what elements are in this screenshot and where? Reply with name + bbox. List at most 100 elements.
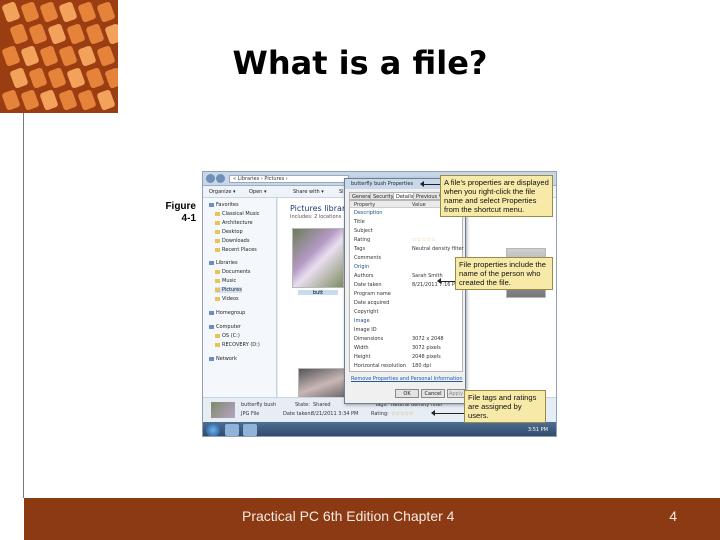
- folder-icon: [215, 287, 220, 292]
- library-title: Pictures librar: [290, 204, 346, 213]
- ok-button[interactable]: OK: [395, 389, 419, 398]
- back-icon[interactable]: [206, 174, 215, 183]
- pattern-dot: [39, 1, 59, 23]
- taskbar: 3:51 PM: [203, 422, 556, 436]
- nav-item[interactable]: Libraries: [209, 260, 238, 266]
- nav-item[interactable]: Desktop: [215, 229, 243, 235]
- tags-callout: File tags and ratings are assigned by us…: [464, 390, 546, 423]
- details-rating-stars[interactable]: ☆☆☆☆☆: [391, 411, 413, 417]
- property-name: Rating: [354, 237, 371, 243]
- property-value[interactable]: 8/21/2011 7:16 PM: [412, 282, 459, 288]
- folder-icon: [215, 229, 220, 234]
- nav-item[interactable]: Architecture: [215, 220, 253, 226]
- nav-item-label: Classical Music: [222, 211, 260, 217]
- pattern-dot: [1, 1, 21, 23]
- nav-item[interactable]: RECOVERY (D:): [215, 342, 260, 348]
- pattern-dot: [39, 89, 59, 111]
- property-value[interactable]: 3072 x 2048: [412, 336, 444, 342]
- folder-icon: [215, 238, 220, 243]
- value-column-header[interactable]: Value: [412, 202, 426, 208]
- pattern-dot: [58, 89, 78, 111]
- folder-icon: [215, 296, 220, 301]
- folder-icon: [215, 220, 220, 225]
- property-name: Program name: [354, 291, 391, 297]
- nav-item-label: Downloads: [222, 238, 250, 244]
- nav-group-icon: [209, 202, 214, 207]
- folder-icon: [215, 247, 220, 252]
- nav-item-label: Architecture: [222, 220, 253, 226]
- remove-properties-link[interactable]: Remove Properties and Personal Informati…: [351, 376, 463, 382]
- nav-item-label: Favorites: [216, 202, 239, 208]
- details-date-value: 8/21/2011 3:34 PM: [311, 411, 359, 417]
- taskbar-app-icon[interactable]: [225, 424, 239, 436]
- nav-item[interactable]: Pictures: [215, 287, 242, 293]
- nav-item[interactable]: Recent Places: [215, 247, 257, 253]
- nav-item-label: Pictures: [222, 287, 242, 293]
- nav-item[interactable]: Downloads: [215, 238, 249, 244]
- pattern-dot: [20, 89, 40, 111]
- properties-list: Property Value Description Title Subject Ra…: [349, 200, 464, 372]
- property-value[interactable]: 3072 pixels: [412, 345, 441, 351]
- folder-icon: [215, 278, 220, 283]
- property-name: Subject: [354, 228, 373, 234]
- slide-title: What is a file?: [232, 44, 488, 82]
- nav-item[interactable]: Documents: [215, 269, 251, 275]
- cancel-button[interactable]: Cancel: [421, 389, 445, 398]
- property-value[interactable]: 2048 pixels: [412, 354, 441, 360]
- nav-item[interactable]: Videos: [215, 296, 239, 302]
- callout-arrow: [420, 181, 441, 187]
- property-name: Copyright: [354, 309, 379, 315]
- details-file-type: JPG File: [241, 411, 260, 417]
- footer-text: Practical PC 6th Edition Chapter 4: [242, 508, 455, 524]
- open-button[interactable]: Open ▾: [249, 189, 266, 195]
- nav-item-label: OS (C:): [222, 333, 240, 339]
- nav-group-icon: [209, 260, 214, 265]
- folder-icon: [215, 333, 220, 338]
- share-button[interactable]: Share with ▾: [293, 189, 324, 195]
- property-section-header: Origin: [354, 264, 370, 270]
- property-name: Dimensions: [354, 336, 384, 342]
- library-includes[interactable]: Includes: 2 locations: [290, 214, 341, 220]
- left-divider: [23, 113, 24, 498]
- organize-button[interactable]: Organize ▾: [209, 189, 236, 195]
- nav-item-label: RECOVERY (D:): [222, 342, 260, 348]
- pattern-dot: [47, 23, 67, 45]
- property-name: Width: [354, 345, 369, 351]
- nav-item-label: Network: [216, 356, 237, 362]
- details-file-name: butterfly bush: [241, 402, 277, 408]
- nav-item[interactable]: Classical Music: [215, 211, 260, 217]
- pattern-dot: [58, 1, 78, 23]
- nav-item[interactable]: Computer: [209, 324, 241, 330]
- property-name: Title: [354, 219, 365, 225]
- authors-callout: File properties include the name of the …: [455, 257, 553, 290]
- nav-item-label: Videos: [222, 296, 239, 302]
- thumbnail-caption: butt: [298, 290, 338, 296]
- pattern-dot: [20, 1, 40, 23]
- apply-button[interactable]: Apply: [447, 389, 465, 398]
- property-section-header: Image: [354, 318, 370, 324]
- start-button-icon[interactable]: [206, 423, 220, 436]
- figure-label: Figure 4-1: [163, 201, 196, 225]
- callout-arrow: [431, 410, 464, 416]
- nav-item[interactable]: Music: [215, 278, 236, 284]
- figure-word: Figure: [165, 201, 196, 212]
- forward-icon[interactable]: [216, 174, 225, 183]
- nav-item[interactable]: Homegroup: [209, 310, 245, 316]
- rating-stars[interactable]: ☆☆☆☆☆: [412, 237, 436, 243]
- nav-item[interactable]: Favorites: [209, 202, 239, 208]
- nav-item[interactable]: OS (C:): [215, 333, 240, 339]
- butterfly-bush-thumbnail[interactable]: [292, 228, 344, 288]
- taskbar-app-icon[interactable]: [243, 424, 257, 436]
- pattern-dot: [96, 1, 116, 23]
- address-bar[interactable]: « Libraries › Pictures ›: [229, 175, 349, 183]
- nav-item[interactable]: Network: [209, 356, 237, 362]
- property-name: Horizontal resolution: [354, 363, 406, 369]
- pattern-dot: [77, 89, 97, 111]
- property-value[interactable]: 180 dpi: [412, 363, 431, 369]
- property-column-header[interactable]: Property: [354, 202, 375, 208]
- folder-icon: [215, 211, 220, 216]
- details-state-value: Shared: [313, 402, 331, 408]
- footer-bar: Practical PC 6th Edition Chapter 4 4: [24, 498, 720, 540]
- property-value[interactable]: Neutral density filter: [412, 246, 464, 252]
- property-name: Tags: [354, 246, 366, 252]
